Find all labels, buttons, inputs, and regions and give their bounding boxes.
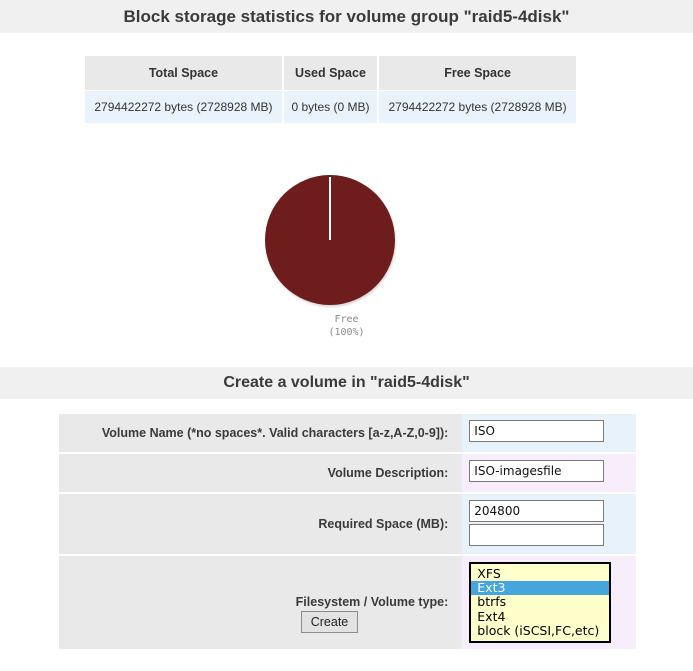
volume-name-input[interactable] <box>469 420 605 442</box>
field-cell-required-space <box>462 494 636 554</box>
pie-caption: Free (100%) <box>0 313 693 339</box>
form-row-filesystem-type: Filesystem / Volume type: XFS Ext3 btrfs… <box>59 556 636 649</box>
form-row-required-space: Required Space (MB): <box>59 494 636 554</box>
listbox-option-btrfs[interactable]: btrfs <box>471 595 609 609</box>
column-header-free-space: Free Space <box>379 56 576 90</box>
cell-used-space: 0 bytes (0 MB) <box>283 91 378 123</box>
pie-caption-percent: (100%) <box>328 327 365 338</box>
create-volume-button[interactable]: Create <box>301 611 358 633</box>
required-space-input[interactable] <box>469 500 605 522</box>
pie-start-divider-line <box>329 177 331 240</box>
form-row-volume-description: Volume Description: <box>59 454 636 492</box>
label-volume-name: Volume Name (*no spaces*. Valid characte… <box>59 414 463 452</box>
column-header-used-space: Used Space <box>283 56 378 90</box>
filesystem-type-listbox[interactable]: XFS Ext3 btrfs Ext4 block (iSCSI,FC,etc) <box>469 562 612 643</box>
field-cell-filesystem-type: XFS Ext3 btrfs Ext4 block (iSCSI,FC,etc) <box>462 556 636 649</box>
pie-caption-label: Free <box>334 314 359 325</box>
listbox-option-xfs[interactable]: XFS <box>471 566 609 581</box>
field-cell-volume-name <box>462 414 636 452</box>
storage-statistics-table: Total Space Used Space Free Space 279442… <box>83 55 578 124</box>
volume-description-input[interactable] <box>469 460 605 482</box>
cell-total-space: 2794422272 bytes (2728928 MB) <box>85 91 282 123</box>
column-header-total-space: Total Space <box>85 56 282 90</box>
table-row: 2794422272 bytes (2728928 MB) 0 bytes (0… <box>85 91 576 123</box>
required-space-secondary-input[interactable] <box>469 524 605 546</box>
label-filesystem-type: Filesystem / Volume type: <box>59 556 463 649</box>
label-required-space: Required Space (MB): <box>59 494 463 554</box>
storage-statistics-heading: Block storage statistics for volume grou… <box>0 0 693 33</box>
listbox-option-ext4[interactable]: Ext4 <box>471 609 609 624</box>
storage-usage-pie-chart: Free (100%) <box>0 150 693 350</box>
label-volume-description: Volume Description: <box>59 454 463 492</box>
listbox-option-ext3[interactable]: Ext3 <box>471 580 610 596</box>
field-cell-volume-description <box>462 454 636 492</box>
form-row-volume-name: Volume Name (*no spaces*. Valid characte… <box>59 414 636 452</box>
cell-free-space: 2794422272 bytes (2728928 MB) <box>379 91 576 123</box>
listbox-option-block[interactable]: block (iSCSI,FC,etc) <box>471 623 609 638</box>
create-volume-heading: Create a volume in "raid5-4disk" <box>0 367 693 399</box>
pie-graphic <box>265 175 396 307</box>
table-header-row: Total Space Used Space Free Space <box>85 56 576 90</box>
